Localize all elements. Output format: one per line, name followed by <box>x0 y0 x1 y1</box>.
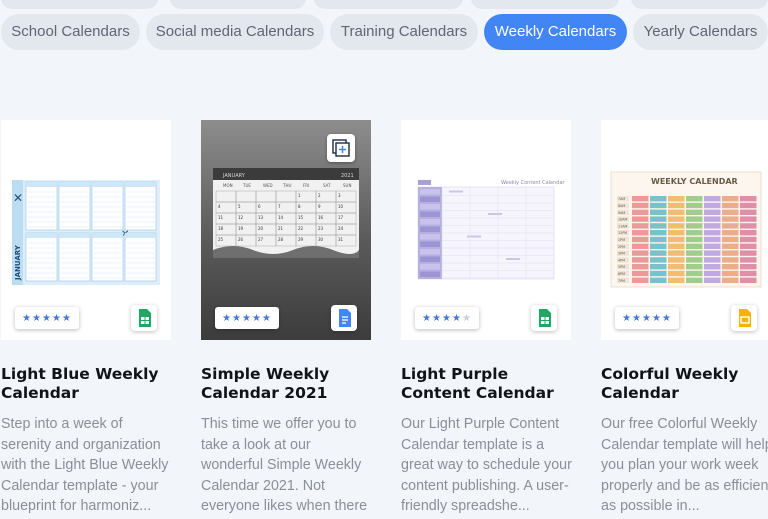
thumb-month-label: JANUARY <box>222 173 246 179</box>
svg-text:12PM: 12PM <box>618 231 627 235</box>
svg-text:27: 27 <box>258 237 264 242</box>
thumb-month-label: JANUARY <box>14 244 22 281</box>
svg-text:28: 28 <box>278 237 284 242</box>
chip-yearly-calendars[interactable]: Yearly Calendars <box>633 14 768 50</box>
svg-text:11AM: 11AM <box>618 224 627 228</box>
svg-text:17: 17 <box>338 215 344 220</box>
template-title[interactable]: Light Purple Content Calendar <box>401 365 571 403</box>
chip-school-calendars[interactable]: School Calendars <box>1 14 140 50</box>
template-card[interactable]: JANUARY ✕ ✕ ★★★★★ Light Blue Weekly Cale… <box>1 120 171 514</box>
svg-text:23: 23 <box>318 226 324 231</box>
svg-text:19: 19 <box>238 226 244 231</box>
template-description: This time we offer you to take a look at… <box>201 416 368 514</box>
filter-chip[interactable] <box>314 0 463 9</box>
template-card[interactable]: JANUARY 2021 MON TUE WED THU FRI SAT SUN 1 2 3 4 5 6… <box>201 120 371 514</box>
svg-text:10AM: 10AM <box>618 218 627 222</box>
svg-text:6PM: 6PM <box>618 272 625 276</box>
template-title[interactable]: Simple Weekly Calendar 2021 <box>201 365 371 403</box>
google-sheets-icon[interactable] <box>531 305 557 331</box>
template-title[interactable]: Light Blue Weekly Calendar <box>1 365 171 403</box>
svg-text:THU: THU <box>282 183 291 188</box>
chip-weekly-calendars[interactable]: Weekly Calendars <box>484 14 627 50</box>
template-description: Step into a week of serenity and organiz… <box>1 416 169 514</box>
svg-text:7PM: 7PM <box>618 279 625 283</box>
svg-text:13: 13 <box>258 215 264 220</box>
template-thumbnail[interactable]: JANUARY ✕ ✕ ★★★★★ <box>1 120 171 340</box>
svg-text:4PM: 4PM <box>618 258 625 262</box>
svg-text:3PM: 3PM <box>618 252 625 256</box>
svg-text:2PM: 2PM <box>618 245 625 249</box>
thumb-title: Weekly Content Calendar <box>501 180 566 186</box>
template-thumbnail[interactable]: Weekly Content Calendar ★★★★ ★ <box>401 120 571 340</box>
svg-text:18: 18 <box>218 226 224 231</box>
filter-chip[interactable] <box>471 0 619 9</box>
svg-text:11: 11 <box>218 215 224 220</box>
star-rating: ★★★★ ★ <box>215 307 279 329</box>
template-card[interactable]: Weekly Content Calendar ★★★★ ★ Light Purp… <box>401 120 572 514</box>
svg-text:SAT: SAT <box>323 183 331 188</box>
svg-text:9AM: 9AM <box>618 211 625 215</box>
svg-text:30: 30 <box>318 237 324 242</box>
filter-chip[interactable] <box>170 0 306 9</box>
svg-text:21: 21 <box>278 226 284 231</box>
add-to-collection-icon[interactable] <box>327 134 355 162</box>
template-description: Our Light Purple Content Calendar templa… <box>401 416 572 514</box>
svg-text:7AM: 7AM <box>618 197 625 201</box>
svg-text:SUN: SUN <box>343 183 351 188</box>
thumb-title: WEEKLY CALENDAR <box>651 177 738 186</box>
svg-text:25: 25 <box>218 237 224 242</box>
svg-text:FRI: FRI <box>303 183 309 188</box>
svg-text:MON: MON <box>223 183 233 188</box>
svg-text:15: 15 <box>298 215 304 220</box>
chip-training-calendars[interactable]: Training Calendars <box>330 14 478 50</box>
template-card[interactable]: WEEKLY CALENDAR 7AM 8AM 9AM 10AM 11AM 12PM 1PM… <box>601 120 768 514</box>
chip-social-media-calendars[interactable]: Social media Calendars <box>146 14 324 50</box>
svg-text:8AM: 8AM <box>618 204 625 208</box>
template-title[interactable]: Colorful Weekly Calendar <box>601 365 768 403</box>
thumb-year-label: 2021 <box>341 173 354 179</box>
svg-text:1PM: 1PM <box>618 238 625 242</box>
google-sheets-icon[interactable] <box>131 305 157 331</box>
svg-text:16: 16 <box>318 215 324 220</box>
svg-text:31: 31 <box>338 237 344 242</box>
svg-text:12: 12 <box>238 215 244 220</box>
svg-text:22: 22 <box>298 226 304 231</box>
google-slides-icon[interactable] <box>731 305 757 331</box>
svg-text:29: 29 <box>298 237 304 242</box>
star-rating: ★★★★ ★ <box>615 307 679 329</box>
svg-text:20: 20 <box>258 226 264 231</box>
svg-text:14: 14 <box>278 215 284 220</box>
google-docs-icon[interactable] <box>331 305 357 331</box>
template-thumbnail[interactable]: WEEKLY CALENDAR 7AM 8AM 9AM 10AM 11AM 12PM 1PM… <box>601 120 768 340</box>
star-rating: ★★★★ ★ <box>415 307 479 329</box>
svg-text:TUE: TUE <box>242 183 251 188</box>
svg-text:24: 24 <box>338 226 344 231</box>
svg-text:WED: WED <box>263 183 273 188</box>
svg-text:10: 10 <box>338 204 344 209</box>
star-rating: ★★★★ ★ <box>15 307 79 329</box>
filter-chip[interactable] <box>631 0 768 9</box>
svg-text:✕: ✕ <box>13 191 23 205</box>
template-description: Our free Colorful Weekly Calendar templa… <box>601 416 768 514</box>
svg-text:5PM: 5PM <box>618 265 625 269</box>
svg-text:26: 26 <box>238 237 244 242</box>
filter-chip[interactable] <box>1 0 158 9</box>
template-thumbnail[interactable]: JANUARY 2021 MON TUE WED THU FRI SAT SUN 1 2 3 4 5 6… <box>201 120 371 340</box>
